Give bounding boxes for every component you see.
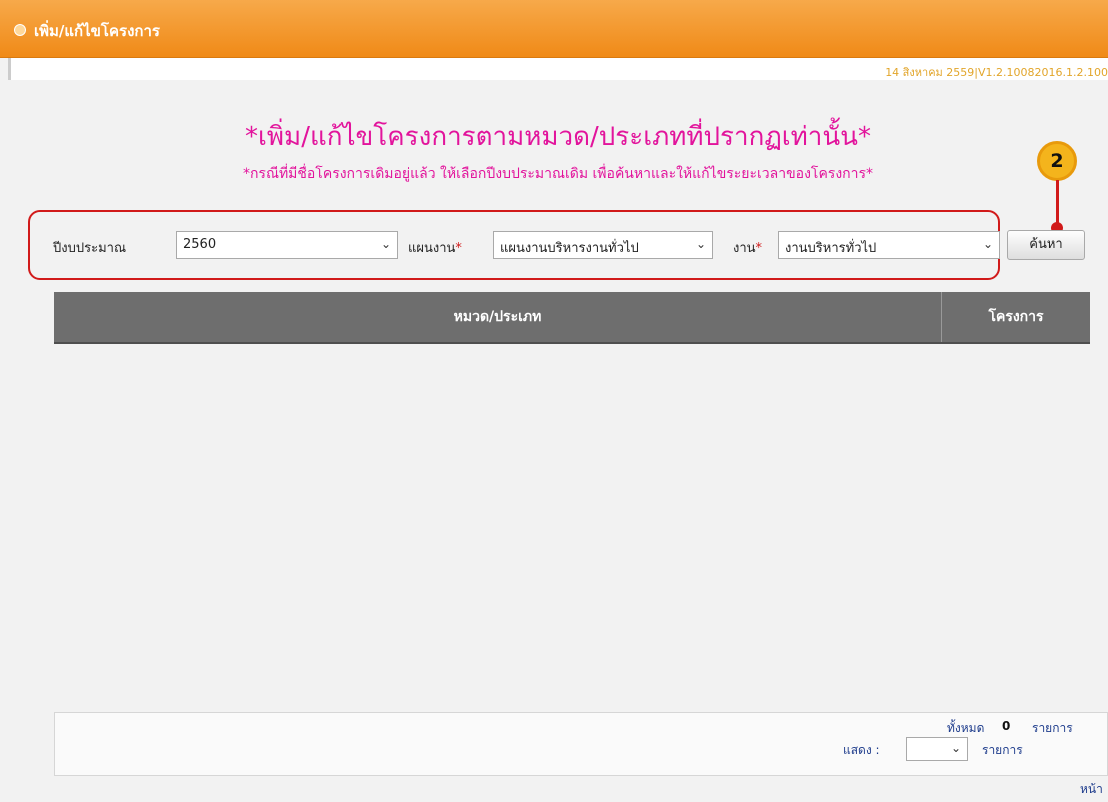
required-mark: *	[755, 241, 763, 256]
annotation-connector	[1056, 180, 1059, 228]
budget-year-value: 2560	[183, 237, 217, 252]
per-page-select[interactable]: ⌄	[906, 737, 968, 761]
table-header: หมวด/ประเภท โครงการ	[54, 292, 1090, 344]
work-label-text: งาน	[733, 241, 756, 256]
form-subnote: *กรณีที่มีชื่อโครงการเดิมอยู่แล้ว ให้เลื…	[242, 166, 874, 182]
version-text: 14 สิงหาคม 2559|V1.2.10082016.1.2.100	[885, 66, 1108, 79]
version-strip: 14 สิงหาคม 2559|V1.2.10082016.1.2.100	[8, 58, 1108, 80]
chevron-down-icon: ⌄	[380, 237, 391, 251]
plan-label: แผนงาน*	[408, 237, 462, 258]
chevron-down-icon: ⌄	[950, 741, 961, 755]
column-header-project[interactable]: โครงการ	[942, 292, 1090, 342]
plan-select[interactable]: แผนงานบริหารงานทั่วไป ⌄	[493, 231, 713, 259]
total-count: 0	[1002, 719, 1011, 733]
step-number-badge: 2	[1037, 141, 1077, 181]
page-title: เพิ่ม/แก้ไขโครงการ	[34, 22, 160, 40]
items-label-2: รายการ	[982, 743, 1023, 757]
window-title-bar: เพิ่ม/แก้ไขโครงการ	[0, 0, 1108, 58]
total-label: ทั้งหมด	[947, 721, 985, 735]
main-content: 14 สิงหาคม 2559|V1.2.10082016.1.2.100 *เ…	[8, 58, 1108, 802]
page-label: หน้า :	[1080, 782, 1103, 802]
work-value: งานบริหารทั่วไป	[785, 241, 877, 256]
work-select[interactable]: งานบริหารทั่วไป ⌄	[778, 231, 1000, 259]
budget-year-select[interactable]: 2560 ⌄	[176, 231, 398, 259]
search-button[interactable]: ค้นหา	[1007, 230, 1085, 260]
column-header-category[interactable]: หมวด/ประเภท	[54, 292, 942, 342]
budget-year-label: ปีงบประมาณ	[53, 241, 126, 256]
chevron-down-icon: ⌄	[982, 237, 993, 251]
plan-value: แผนงานบริหารงานทั่วไป	[500, 241, 639, 256]
work-label: งาน*	[733, 237, 762, 258]
pager-bar: ทั้งหมด 0 รายการ แสดง : ⌄ รายการ	[54, 712, 1108, 776]
required-mark: *	[455, 241, 462, 256]
form-heading: *เพิ่ม/แก้ไขโครงการตามหมวด/ประเภทที่ปราก…	[245, 122, 871, 152]
plan-label-text: แผนงาน	[408, 241, 456, 256]
show-label: แสดง :	[843, 743, 880, 757]
items-label: รายการ	[1032, 721, 1073, 735]
chevron-down-icon: ⌄	[695, 237, 706, 251]
bullet-icon	[14, 24, 26, 36]
